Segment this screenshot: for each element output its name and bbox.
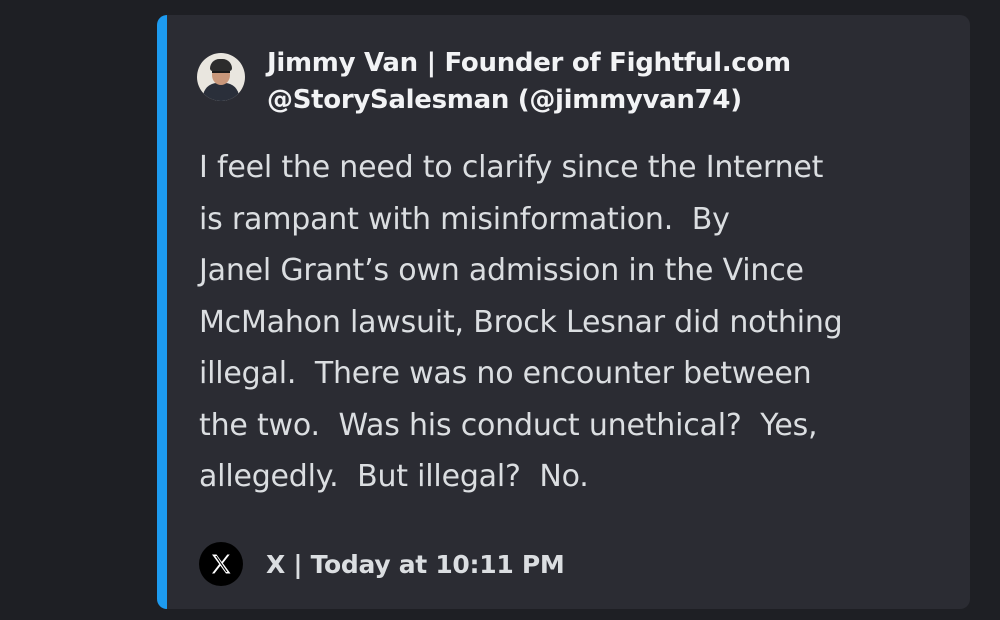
embed-accent-bar [157,15,167,609]
embed-author: Jimmy Van | Founder of Fightful.com @Sto… [197,45,791,119]
avatar-body-shape [203,83,239,101]
author-handle[interactable]: @StorySalesman (@jimmyvan74) [267,82,791,119]
x-logo-icon [199,542,243,586]
embed-footer: X | Today at 10:11 PM [199,542,565,586]
author-name[interactable]: Jimmy Van | Founder of Fightful.com [267,45,791,82]
author-avatar[interactable] [197,53,245,101]
tweet-text: I feel the need to clarify since the Int… [199,150,843,494]
footer-source-timestamp: X | Today at 10:11 PM [266,549,565,579]
avatar-glasses-shape [212,71,230,77]
author-info: Jimmy Van | Founder of Fightful.com @Sto… [267,45,791,119]
tweet-embed: Jimmy Van | Founder of Fightful.com @Sto… [157,15,970,609]
avatar-hair-shape [210,59,232,71]
